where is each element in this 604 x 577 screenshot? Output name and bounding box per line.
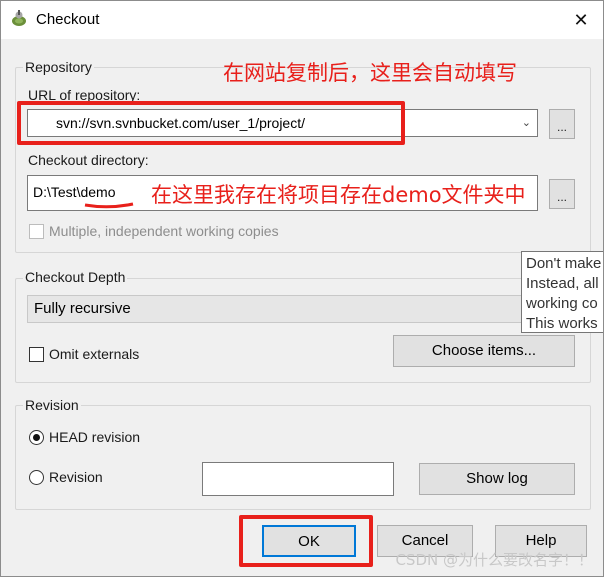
tooltip-line: Instead, all (526, 275, 599, 292)
head-revision-radio[interactable] (29, 430, 44, 445)
chevron-down-icon[interactable]: ⌄ (522, 110, 531, 136)
demo-underline (84, 202, 134, 209)
title-bar: Checkout ✕ (1, 1, 603, 39)
tortoisesvn-icon (12, 10, 26, 26)
tooltip-line: working co (526, 295, 598, 312)
show-log-button[interactable]: Show log (419, 463, 575, 495)
revision-group-label: Revision (23, 397, 81, 413)
ok-highlight-box (239, 515, 373, 567)
dir-prefix: D:\Test\ (33, 184, 81, 200)
multiple-copies-label: Multiple, independent working copies (49, 223, 279, 239)
head-revision-label: HEAD revision (49, 429, 141, 445)
omit-externals-checkbox[interactable] (29, 347, 44, 362)
tooltip-line: This works (526, 315, 598, 332)
tooltip-line: Don't make (526, 255, 602, 272)
choose-items-button[interactable]: Choose items... (393, 335, 575, 367)
checkout-depth-label: Checkout Depth (23, 269, 128, 285)
window-title: Checkout (36, 11, 100, 28)
url-browse-button[interactable]: ... (549, 109, 575, 139)
dir-suffix: demo (80, 184, 116, 200)
multiple-copies-checkbox[interactable] (29, 224, 44, 239)
revision-label: Revision (49, 469, 103, 485)
checkout-dialog: Checkout ✕ Repository URL of repository:… (0, 0, 604, 577)
repository-group-label: Repository (23, 59, 94, 75)
dir-browse-button[interactable]: ... (549, 179, 575, 209)
checkout-dir-label: Checkout directory: (28, 152, 149, 168)
omit-externals-label: Omit externals (49, 346, 140, 362)
checkout-depth-group (15, 278, 591, 383)
watermark: CSDN @为什么要改名字！！ (395, 551, 593, 569)
url-highlight-box (17, 101, 405, 145)
depth-select[interactable]: Fully recursive (27, 295, 587, 323)
depth-selected: Fully recursive (34, 300, 131, 317)
tooltip: Don't make Instead, all working co This … (521, 251, 603, 333)
close-icon[interactable]: ✕ (559, 1, 603, 39)
revision-input[interactable] (202, 462, 394, 496)
url-annotation: 在网站复制后，这里会自动填写 (223, 61, 517, 85)
dir-annotation: 在这里我存在将项目存在demo文件夹中 (151, 183, 526, 207)
revision-radio[interactable] (29, 470, 44, 485)
